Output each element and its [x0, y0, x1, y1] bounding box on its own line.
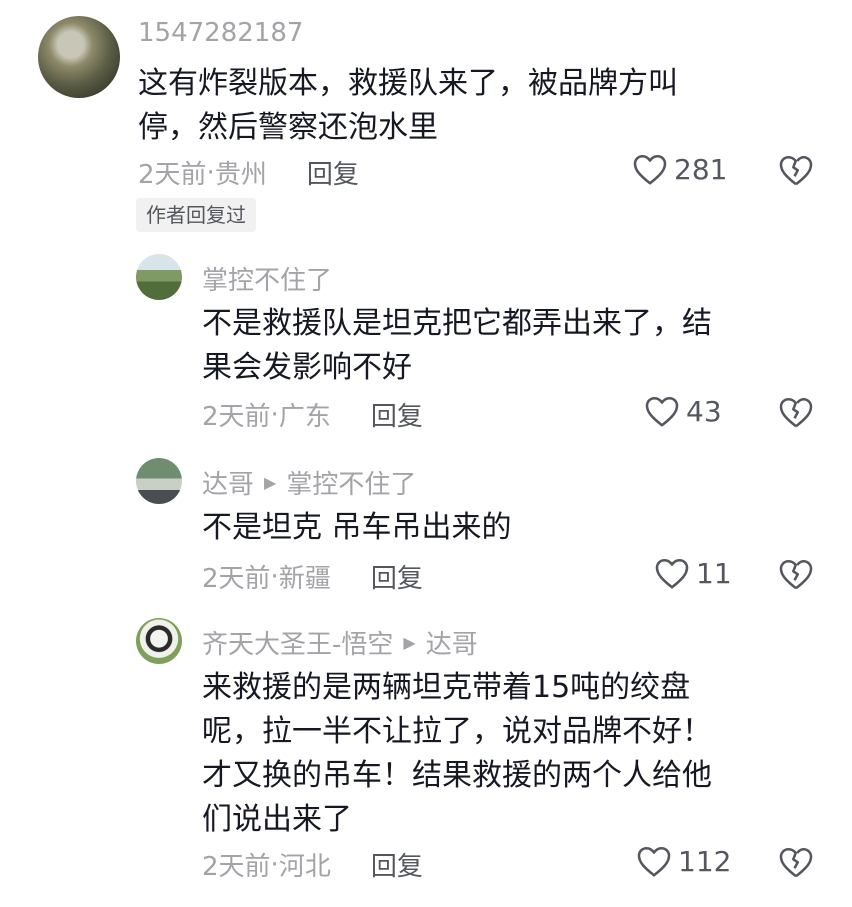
- heart-icon: [632, 152, 668, 186]
- dislike-button[interactable]: [778, 395, 814, 429]
- like-button[interactable]: 112: [636, 844, 731, 878]
- broken-heart-icon: [778, 153, 814, 187]
- comment-meta: 2天前 · 贵州 回复: [138, 154, 359, 191]
- location: 新疆: [278, 564, 331, 594]
- username-text[interactable]: 掌控不住了: [202, 260, 332, 297]
- comment-content[interactable]: 不是坦克 吊车吊出来的: [202, 506, 512, 550]
- timestamp: 2天前: [202, 852, 271, 882]
- location: 河北: [278, 852, 331, 882]
- like-count: 112: [678, 844, 732, 878]
- comment-content[interactable]: 这有炸裂版本，救援队来了，被品牌方叫 停，然后警察还泡水里: [138, 62, 678, 150]
- dislike-button[interactable]: [778, 845, 814, 879]
- meta-separator: ·: [270, 399, 279, 430]
- comment-meta: 2天前 · 新疆 回复: [202, 558, 423, 595]
- content-line: 不是坦克 吊车吊出来的: [202, 510, 512, 545]
- timestamp: 2天前: [202, 564, 271, 594]
- like-button[interactable]: 281: [632, 152, 727, 186]
- content-line: 这有炸裂版本，救援队来了，被品牌方叫: [138, 66, 678, 101]
- like-button[interactable]: 43: [644, 394, 722, 428]
- meta-separator: ·: [270, 561, 279, 592]
- content-line: 呢，拉一半不让拉了，说对品牌不好！: [202, 714, 712, 749]
- comment-content[interactable]: 来救援的是两辆坦克带着15吨的绞盘 呢，拉一半不让拉了，说对品牌不好！ 才又换的…: [202, 666, 712, 842]
- username-text[interactable]: 齐天大圣王-悟空: [202, 624, 393, 661]
- username-text[interactable]: 达哥: [202, 464, 254, 501]
- comment-content[interactable]: 不是救援队是坦克把它都弄出来了，结 果会发影响不好: [202, 302, 712, 390]
- broken-heart-icon: [778, 557, 814, 591]
- meta-separator: ·: [270, 849, 279, 880]
- reply-button[interactable]: 回复: [371, 396, 423, 433]
- username[interactable]: 1547282187: [138, 18, 303, 48]
- dislike-button[interactable]: [778, 153, 814, 187]
- reply-arrow-icon: ▶: [264, 473, 277, 492]
- username[interactable]: 达哥 ▶ 掌控不住了: [202, 464, 416, 501]
- broken-heart-icon: [778, 395, 814, 429]
- like-button[interactable]: 11: [654, 556, 732, 590]
- content-line: 停，然后警察还泡水里: [138, 110, 438, 145]
- reply-button[interactable]: 回复: [307, 154, 359, 191]
- heart-icon: [654, 556, 690, 590]
- comment-meta: 2天前 · 广东 回复: [202, 396, 423, 433]
- reply-to-username[interactable]: 掌控不住了: [286, 464, 416, 501]
- reply-arrow-icon: ▶: [403, 633, 416, 652]
- timestamp: 2天前: [138, 160, 207, 190]
- avatar[interactable]: [136, 618, 182, 664]
- content-line: 不是救援队是坦克把它都弄出来了，结: [202, 306, 712, 341]
- dislike-button[interactable]: [778, 557, 814, 591]
- heart-icon: [644, 394, 680, 428]
- content-line: 果会发影响不好: [202, 350, 412, 385]
- timestamp: 2天前: [202, 402, 271, 432]
- location: 贵州: [214, 160, 267, 190]
- avatar[interactable]: [38, 16, 120, 98]
- content-line: 才又换的吊车！结果救援的两个人给他: [202, 758, 712, 793]
- location: 广东: [278, 402, 331, 432]
- reply-to-username[interactable]: 达哥: [426, 624, 478, 661]
- author-replied-badge: 作者回复过: [136, 198, 256, 232]
- reply-button[interactable]: 回复: [371, 558, 423, 595]
- like-count: 281: [674, 152, 728, 186]
- meta-separator: ·: [206, 157, 215, 188]
- avatar[interactable]: [136, 458, 182, 504]
- heart-icon: [636, 844, 672, 878]
- username-text[interactable]: 1547282187: [138, 18, 303, 48]
- username[interactable]: 齐天大圣王-悟空 ▶ 达哥: [202, 624, 478, 661]
- reply-button[interactable]: 回复: [371, 846, 423, 883]
- content-line: 来救援的是两辆坦克带着15吨的绞盘: [202, 670, 691, 705]
- username[interactable]: 掌控不住了: [202, 260, 332, 297]
- comment-meta: 2天前 · 河北 回复: [202, 846, 423, 883]
- like-count: 43: [686, 394, 722, 428]
- content-line: 们说出来了: [202, 802, 352, 837]
- broken-heart-icon: [778, 845, 814, 879]
- like-count: 11: [696, 556, 732, 590]
- avatar[interactable]: [136, 254, 182, 300]
